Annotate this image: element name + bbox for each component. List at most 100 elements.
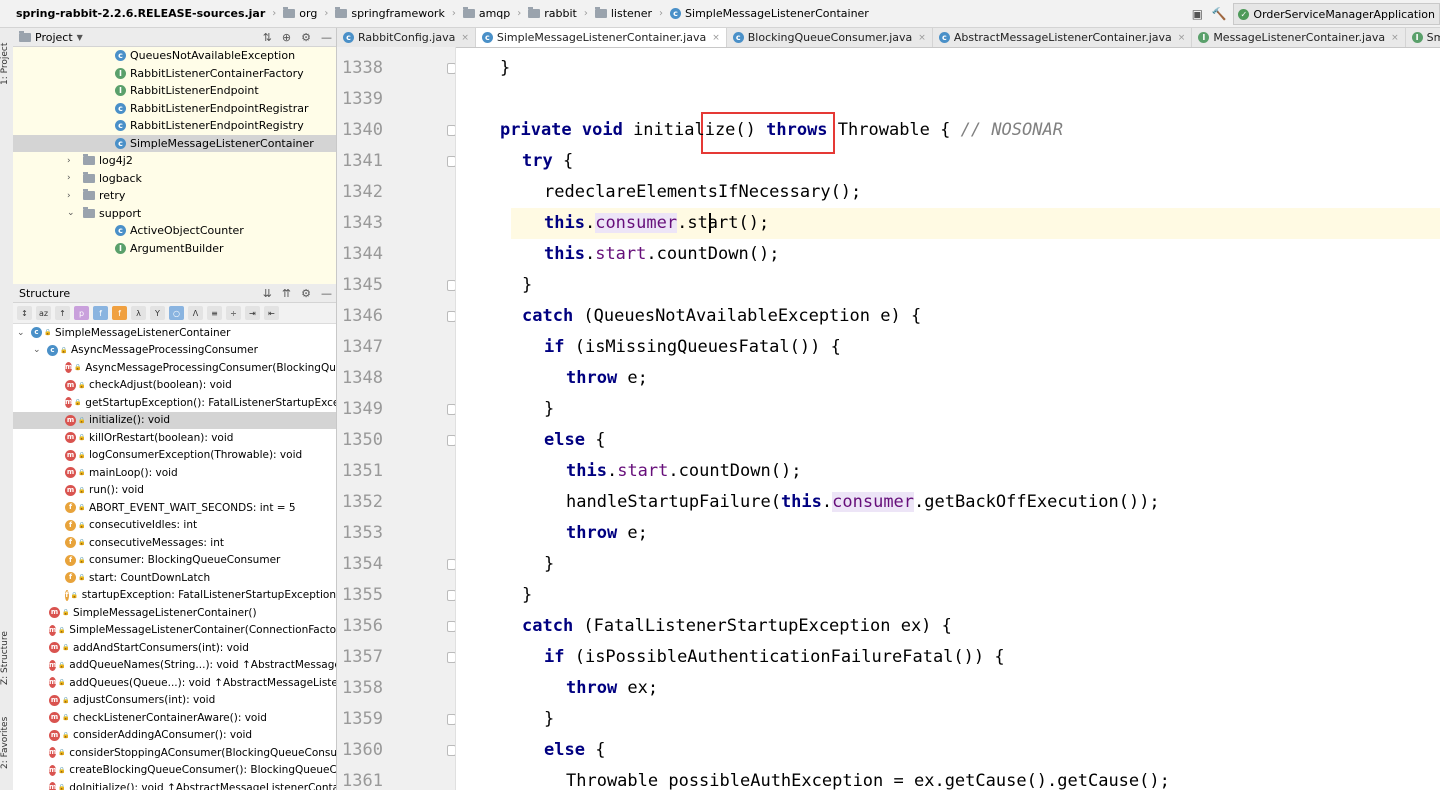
favorites-tool-button[interactable]: 2: Favorites	[0, 708, 13, 778]
chevron-right-icon[interactable]: ›	[67, 173, 77, 183]
structure-item[interactable]: m 🔒 SimpleMessageListenerContainer()	[13, 604, 336, 622]
fold-marker-icon[interactable]	[447, 652, 455, 663]
show-lambdas-icon[interactable]: λ	[131, 306, 146, 320]
close-icon[interactable]: ×	[918, 33, 926, 43]
breadcrumb-item[interactable]: springframework	[331, 0, 448, 28]
fold-marker-icon[interactable]	[447, 156, 455, 167]
fold-marker-icon[interactable]	[447, 590, 455, 601]
autoscroll-to-source-icon[interactable]: ⇥	[245, 306, 260, 320]
chevron-down-icon[interactable]: ⌄	[17, 328, 27, 338]
gear-icon[interactable]: ⚙	[301, 31, 311, 44]
fold-marker-icon[interactable]	[447, 63, 455, 74]
filter-icon[interactable]: Y	[150, 306, 165, 320]
structure-item[interactable]: m 🔒 initialize(): void	[13, 411, 336, 429]
close-icon[interactable]: ×	[1391, 33, 1399, 43]
project-tree-item[interactable]: I RabbitListenerEndpoint	[13, 82, 336, 100]
gear-icon[interactable]: ⚙	[301, 287, 311, 300]
fold-marker-icon[interactable]	[447, 714, 455, 725]
fold-marker-icon[interactable]	[447, 559, 455, 570]
project-tree-item[interactable]: c QueuesNotAvailableException	[13, 47, 336, 65]
collapse-all-icon[interactable]: ⇅	[263, 31, 272, 44]
project-tree-item[interactable]: › log4j2	[13, 152, 336, 170]
collapse-all-icon[interactable]: ⇈	[282, 287, 291, 300]
editor-tab[interactable]: c AbstractMessageListenerContainer.java ×	[933, 28, 1193, 47]
chevron-right-icon[interactable]: ›	[67, 191, 77, 201]
structure-item[interactable]: m 🔒 considerAddingAConsumer(): void	[13, 727, 336, 745]
breadcrumb-item[interactable]: amqp	[459, 0, 514, 28]
structure-item[interactable]: m 🔒 createBlockingQueueConsumer(): Blockin…	[13, 762, 336, 780]
sort-alphabetically-icon[interactable]: az	[36, 306, 51, 320]
structure-item[interactable]: m 🔒 AsyncMessageProcessingConsumer(Blockin…	[13, 359, 336, 377]
structure-tool-button[interactable]: Z: Structure	[0, 623, 13, 693]
close-icon[interactable]: ×	[712, 33, 720, 43]
structure-item[interactable]: f 🔒 consecutiveMessages: int	[13, 534, 336, 552]
breadcrumb-item[interactable]: rabbit	[524, 0, 581, 28]
build-hammer-icon[interactable]: 🔨	[1211, 6, 1227, 22]
layout-icon[interactable]: ▣	[1189, 6, 1205, 22]
show-inherited-icon[interactable]: ↑	[55, 306, 70, 320]
structure-item[interactable]: m 🔒 adjustConsumers(int): void	[13, 692, 336, 710]
project-tree-item[interactable]: › retry	[13, 187, 336, 205]
autoscroll-from-source-icon[interactable]: ⇤	[264, 306, 279, 320]
editor-tab[interactable]: I MessageListenerContainer.java ×	[1192, 28, 1406, 47]
locate-icon[interactable]: ⊕	[282, 31, 291, 44]
minimize-icon[interactable]: —	[321, 31, 332, 44]
structure-item[interactable]: m 🔒 addAndStartConsumers(int): void	[13, 639, 336, 657]
chevron-down-icon[interactable]: ⌄	[33, 345, 43, 355]
breadcrumb-item[interactable]: spring-rabbit-2.2.6.RELEASE-sources.jar	[0, 0, 269, 28]
structure-item[interactable]: m 🔒 SimpleMessageListenerContainer(Connect…	[13, 622, 336, 640]
editor-tab[interactable]: c SimpleMessageListenerContainer.java ×	[475, 28, 727, 47]
project-tool-button[interactable]: 1: Project	[0, 34, 13, 94]
close-icon[interactable]: ×	[461, 33, 469, 43]
expand-all-icon[interactable]: ⇊	[263, 287, 272, 300]
breadcrumb-item[interactable]: c SimpleMessageListenerContainer	[666, 0, 873, 28]
structure-item[interactable]: m 🔒 considerStoppingAConsumer(BlockingQueu…	[13, 744, 336, 762]
chevron-down-icon[interactable]: ⌄	[67, 208, 77, 218]
structure-item[interactable]: m 🔒 doInitialize(): void ↑AbstractMessageL…	[13, 779, 336, 790]
structure-item[interactable]: m 🔒 addQueues(Queue...): void ↑AbstractMes…	[13, 674, 336, 692]
structure-item[interactable]: m 🔒 killOrRestart(boolean): void	[13, 429, 336, 447]
structure-item[interactable]: m 🔒 run(): void	[13, 482, 336, 500]
project-tree-item[interactable]: c RabbitListenerEndpointRegistrar	[13, 100, 336, 118]
structure-item[interactable]: m 🔒 checkAdjust(boolean): void	[13, 377, 336, 395]
structure-item[interactable]: f 🔒 ABORT_EVENT_WAIT_SECONDS: int = 5	[13, 499, 336, 517]
structure-item[interactable]: m 🔒 mainLoop(): void	[13, 464, 336, 482]
fold-marker-icon[interactable]	[447, 621, 455, 632]
project-tree-item[interactable]: ⌄ support	[13, 205, 336, 223]
editor-tab[interactable]: c RabbitConfig.java ×	[337, 28, 476, 47]
expand-icon[interactable]: ≡	[207, 306, 222, 320]
chevron-right-icon[interactable]: ›	[67, 156, 77, 166]
show-fields-icon[interactable]: f	[93, 306, 108, 320]
editor-tab[interactable]: ISmartLifecycle.java×	[1406, 28, 1440, 47]
minimize-icon[interactable]: —	[321, 287, 332, 300]
project-tree[interactable]: c QueuesNotAvailableException I RabbitListe…	[13, 47, 336, 284]
structure-item[interactable]: m 🔒 addQueueNames(String...): void ↑Abstra…	[13, 657, 336, 675]
structure-item[interactable]: ⌄ c 🔒 SimpleMessageListenerContainer	[13, 324, 336, 342]
project-tree-item[interactable]: c RabbitListenerEndpointRegistry	[13, 117, 336, 135]
project-tree-item[interactable]: I ArgumentBuilder	[13, 240, 336, 258]
project-panel-title[interactable]: Project	[35, 31, 73, 44]
fold-marker-icon[interactable]	[447, 311, 455, 322]
structure-tree[interactable]: ⌄ c 🔒 SimpleMessageListenerContainer ⌄ c 🔒 Asyn…	[13, 324, 336, 790]
run-configuration-selector[interactable]: ✓ OrderServiceManagerApplication	[1233, 3, 1440, 25]
code-editor[interactable]: } private void initialize() throws Throwa…	[456, 47, 1440, 790]
structure-item[interactable]: m 🔒 checkListenerContainerAware(): void	[13, 709, 336, 727]
chevron-down-icon[interactable]: ▼	[77, 33, 83, 42]
breadcrumb-item[interactable]: org	[279, 0, 321, 28]
fold-marker-icon[interactable]	[447, 745, 455, 756]
fold-marker-icon[interactable]	[447, 404, 455, 415]
editor-tab[interactable]: c BlockingQueueConsumer.java ×	[727, 28, 933, 47]
breadcrumb-item[interactable]: listener	[591, 0, 656, 28]
project-tree-item[interactable]: c SimpleMessageListenerContainer	[13, 134, 336, 152]
structure-item[interactable]: f 🔒 startupException: FatalListenerStartup…	[13, 587, 336, 605]
fold-marker-icon[interactable]	[447, 280, 455, 291]
show-anonymous-icon[interactable]: ○	[169, 306, 184, 320]
sort-visibility-icon[interactable]: ↕	[17, 306, 32, 320]
project-tree-item[interactable]: c ActiveObjectCounter	[13, 222, 336, 240]
show-lambda-icon[interactable]: Λ	[188, 306, 203, 320]
fold-marker-icon[interactable]	[447, 435, 455, 446]
close-icon[interactable]: ×	[1178, 33, 1186, 43]
collapse-icon[interactable]: ÷	[226, 306, 241, 320]
project-tree-item[interactable]: I RabbitListenerContainerFactory	[13, 65, 336, 83]
project-tree-item[interactable]: › logback	[13, 170, 336, 188]
